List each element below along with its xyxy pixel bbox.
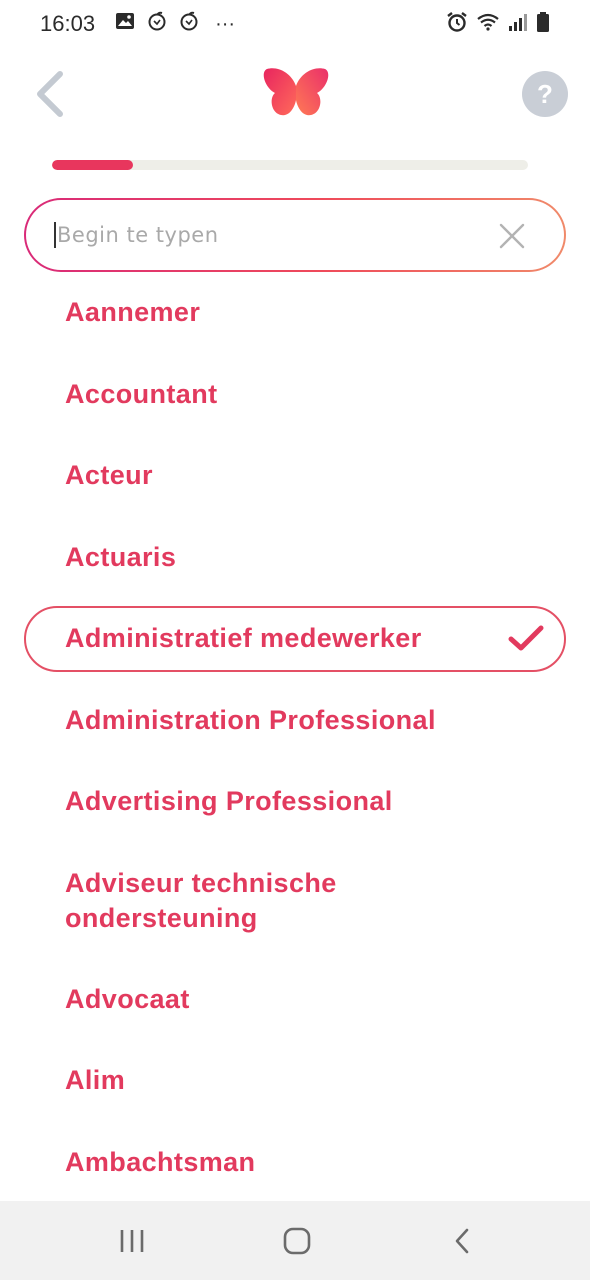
home-button[interactable] xyxy=(281,1225,313,1257)
header: ? xyxy=(0,58,590,130)
job-list: Aannemer Accountant Acteur Actuaris Administ… xyxy=(0,272,590,1203)
back-icon xyxy=(455,1228,469,1254)
search-box xyxy=(24,198,566,272)
clear-search-button[interactable] xyxy=(498,222,526,250)
list-item-label: Administratief medewerker xyxy=(65,623,422,654)
list-item-label: Accountant xyxy=(65,378,218,409)
gallery-icon xyxy=(115,12,135,36)
list-item-label: Adviseur technische ondersteuning xyxy=(65,867,337,933)
list-item[interactable]: Advocaat xyxy=(0,959,590,1041)
list-item[interactable]: Accountant xyxy=(0,354,590,436)
list-item-selected[interactable]: Administratief medewerker xyxy=(0,598,590,680)
status-bar: 16:03 ··· xyxy=(0,0,590,48)
recent-apps-icon xyxy=(120,1230,144,1252)
list-item[interactable]: Aannemer xyxy=(0,272,590,354)
status-left: 16:03 ··· xyxy=(40,11,235,37)
list-item[interactable]: Alim xyxy=(0,1040,590,1122)
check-icon xyxy=(508,625,544,651)
list-item-label: Advocaat xyxy=(65,983,190,1014)
recent-apps-button[interactable] xyxy=(116,1225,148,1257)
status-right xyxy=(446,11,550,38)
battery-icon xyxy=(536,11,550,38)
progress-bar xyxy=(52,160,528,170)
chevron-left-icon xyxy=(37,71,63,117)
list-item-label: Aannemer xyxy=(65,297,201,328)
home-icon xyxy=(283,1227,311,1255)
list-item[interactable]: Ambachtsman xyxy=(0,1122,590,1204)
list-item-label: Ambachtsman xyxy=(65,1146,256,1177)
wifi-icon xyxy=(476,12,500,37)
text-cursor xyxy=(54,222,56,248)
alarm-icon xyxy=(446,11,468,38)
list-item-label: Alim xyxy=(65,1065,126,1096)
search-inner xyxy=(26,200,564,270)
list-item-label: Acteur xyxy=(65,460,153,491)
list-item-label: Administration Professional xyxy=(65,704,436,735)
navigation-bar xyxy=(0,1201,590,1280)
help-button[interactable]: ? xyxy=(522,71,568,117)
butterfly-logo-icon xyxy=(261,66,331,122)
system-back-button[interactable] xyxy=(448,1225,476,1257)
list-item[interactable]: Acteur xyxy=(0,435,590,517)
back-button[interactable] xyxy=(28,68,72,120)
list-item-label: Advertising Professional xyxy=(65,786,393,817)
list-item[interactable]: Adviseur technische ondersteuning xyxy=(0,843,590,959)
list-item[interactable]: Actuaris xyxy=(0,517,590,599)
progress-fill xyxy=(52,160,133,170)
app-notification-icon xyxy=(179,11,199,37)
list-item-label: Actuaris xyxy=(65,541,177,572)
signal-icon xyxy=(508,12,528,37)
list-item[interactable]: Administration Professional xyxy=(0,680,590,762)
app-notification-icon xyxy=(147,11,167,37)
status-time: 16:03 xyxy=(40,11,96,36)
search-input[interactable] xyxy=(57,215,477,255)
more-notifications-icon: ··· xyxy=(215,12,236,35)
close-icon xyxy=(499,223,525,249)
help-label: ? xyxy=(537,78,553,109)
list-item[interactable]: Advertising Professional xyxy=(0,761,590,843)
